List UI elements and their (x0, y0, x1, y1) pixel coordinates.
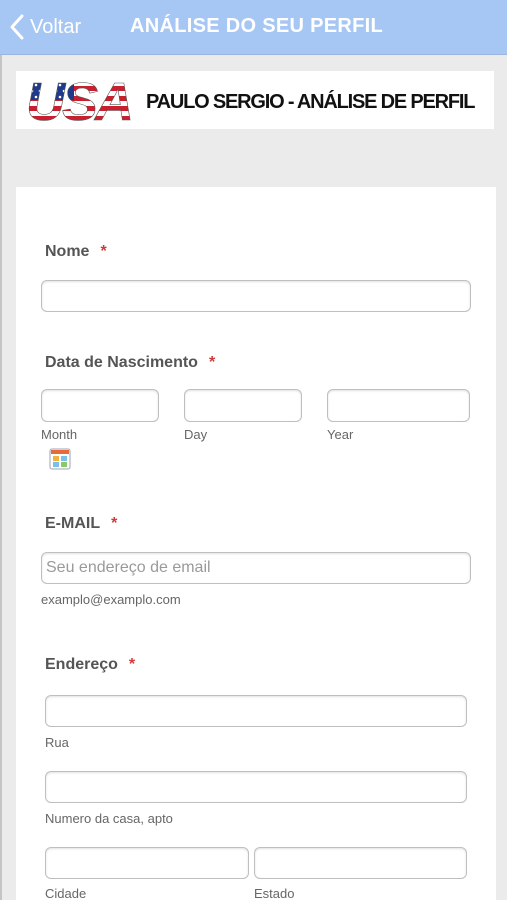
name-field[interactable] (41, 280, 471, 312)
state-caption: Estado (254, 886, 295, 900)
year-field[interactable] (327, 389, 470, 422)
email-field[interactable] (41, 552, 471, 584)
left-edge-divider (0, 55, 2, 900)
form-card: Nome * Data de Nascimento * Month Day Year… (16, 187, 496, 900)
year-input[interactable] (328, 390, 469, 421)
birthdate-label: Data de Nascimento * (45, 354, 215, 372)
month-field[interactable] (41, 389, 159, 422)
usa-flag-logo: USA USA (26, 74, 132, 126)
address-label-text: Endereço (45, 656, 118, 673)
house-number-input[interactable] (46, 772, 466, 802)
city-input[interactable] (46, 848, 248, 878)
page-title: ANÁLISE DO SEU PERFIL (130, 15, 383, 37)
header-banner: USA USA PAULO SERGIO - ANÁLISE DE PERFIL (16, 71, 494, 129)
city-caption: Cidade (45, 886, 87, 900)
navigation-bar: Voltar ANÁLISE DO SEU PERFIL (0, 0, 507, 55)
birthdate-label-text: Data de Nascimento (45, 354, 198, 371)
banner-title: PAULO SERGIO - ANÁLISE DE PERFIL (146, 91, 475, 113)
name-label-text: Nome (45, 243, 90, 260)
year-caption: Year (327, 427, 354, 442)
required-marker: * (128, 656, 136, 673)
day-field[interactable] (184, 389, 302, 422)
street-caption: Rua (45, 735, 69, 750)
city-field[interactable] (45, 847, 249, 879)
house-number-field[interactable] (45, 771, 467, 803)
email-hint: examplo@examplo.com (41, 592, 181, 607)
state-field[interactable] (254, 847, 467, 879)
house-number-caption: Numero da casa, apto (45, 811, 173, 826)
required-marker: * (208, 354, 216, 371)
state-input[interactable] (255, 848, 466, 878)
svg-text:USA: USA (26, 74, 131, 126)
day-input[interactable] (185, 390, 301, 421)
calendar-icon[interactable] (49, 448, 71, 470)
name-input[interactable] (42, 281, 470, 311)
required-marker: * (111, 515, 118, 532)
month-input[interactable] (42, 390, 158, 421)
month-caption: Month (41, 427, 78, 442)
email-label: E-MAIL * (45, 515, 117, 533)
email-label-text: E-MAIL (45, 515, 101, 532)
address-label: Endereço * (45, 656, 135, 674)
email-input[interactable] (42, 553, 470, 583)
name-label: Nome * (45, 243, 107, 261)
day-caption: Day (184, 427, 208, 442)
required-marker: * (100, 243, 107, 260)
street-input[interactable] (46, 696, 466, 726)
street-field[interactable] (45, 695, 467, 727)
